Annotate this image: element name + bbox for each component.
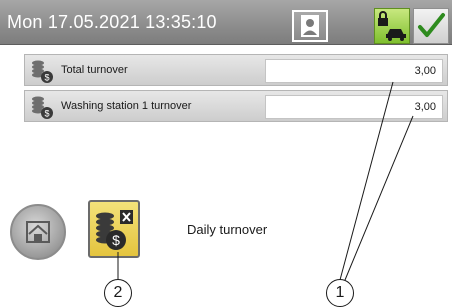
callout-number-2: 2	[104, 279, 132, 307]
washing-station-turnover-value: 3,00	[265, 95, 443, 119]
user-button[interactable]	[292, 10, 328, 42]
callout-line-1b	[344, 115, 414, 281]
svg-text:$: $	[112, 232, 120, 248]
daily-turnover-button[interactable]: $	[88, 200, 140, 258]
lock-button[interactable]	[374, 8, 410, 44]
screen: Mon 17.05.2021 13:35:10 $ Total turnover…	[0, 0, 452, 307]
total-turnover-row: $ Total turnover 3,00	[24, 54, 448, 86]
total-turnover-label: Total turnover	[61, 64, 128, 76]
daily-turnover-label: Daily turnover	[187, 222, 268, 237]
total-turnover-value: 3,00	[265, 59, 443, 83]
user-icon	[301, 15, 319, 37]
home-icon	[26, 221, 50, 243]
washing-station-turnover-row: $ Washing station 1 turnover 3,00	[24, 90, 448, 122]
confirm-button[interactable]	[413, 8, 449, 44]
check-icon	[418, 13, 445, 37]
svg-text:$: $	[44, 73, 49, 83]
lock-car-icon	[378, 11, 406, 41]
washing-station-turnover-label: Washing station 1 turnover	[61, 100, 192, 112]
coins-icon: $	[32, 60, 53, 83]
coins-delete-icon: $	[96, 210, 133, 250]
datetime-display: Mon 17.05.2021 13:35:10	[7, 12, 217, 32]
coins-icon: $	[32, 96, 53, 119]
svg-text:$: $	[44, 109, 49, 119]
callout-number-1: 1	[326, 279, 354, 307]
home-button[interactable]	[10, 204, 66, 260]
header-bar: Mon 17.05.2021 13:35:10	[0, 0, 452, 45]
callout-lines	[117, 81, 414, 281]
